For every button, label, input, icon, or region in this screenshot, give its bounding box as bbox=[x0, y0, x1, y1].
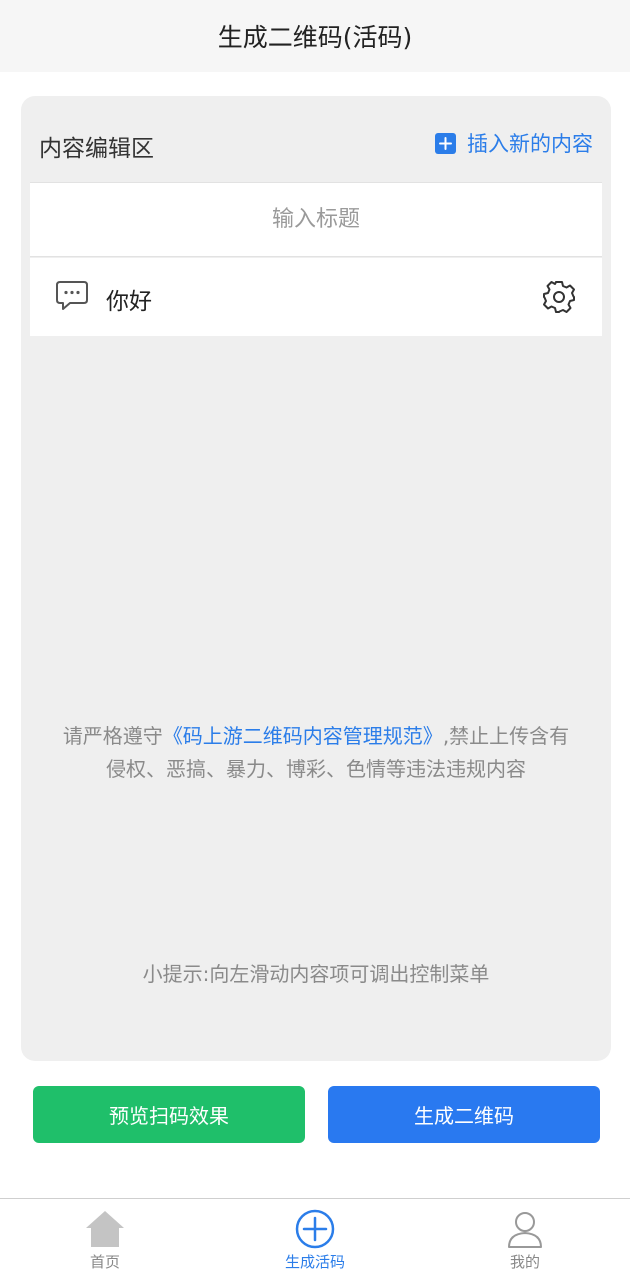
header: 生成二维码(活码) bbox=[0, 0, 630, 72]
preview-scan-button[interactable]: 预览扫码效果 bbox=[33, 1086, 305, 1143]
editor-header: 内容编辑区 插入新的内容 bbox=[21, 96, 611, 182]
chat-bubble-icon bbox=[56, 281, 88, 310]
content-editor-panel: 内容编辑区 插入新的内容 你好 请严格遵守《码上游二维 bbox=[21, 96, 611, 1061]
content-item-text: 你好 bbox=[106, 289, 152, 315]
insert-content-button[interactable]: 插入新的内容 bbox=[435, 128, 593, 158]
policy-link[interactable]: 《码上游二维码内容管理规范》 bbox=[163, 724, 443, 748]
user-icon bbox=[508, 1212, 542, 1248]
tab-home[interactable]: 首页 bbox=[30, 1199, 180, 1281]
tab-mine-label: 我的 bbox=[509, 1253, 540, 1271]
bottom-tab-bar: 首页 生成活码 我的 bbox=[0, 1198, 630, 1280]
generate-qrcode-button[interactable]: 生成二维码 bbox=[328, 1086, 600, 1143]
content-item[interactable]: 你好 bbox=[30, 258, 602, 336]
tab-mine[interactable]: 我的 bbox=[450, 1199, 600, 1281]
page-title: 生成二维码(活码) bbox=[217, 23, 413, 52]
content-policy-notice: 请严格遵守《码上游二维码内容管理规范》,禁止上传含有侵权、恶搞、暴力、博彩、色情… bbox=[61, 720, 571, 786]
tab-create-code[interactable]: 生成活码 bbox=[240, 1199, 390, 1281]
tab-home-label: 首页 bbox=[89, 1253, 120, 1271]
tab-create-label: 生成活码 bbox=[284, 1253, 345, 1271]
title-input-row bbox=[30, 182, 602, 257]
home-icon bbox=[86, 1211, 124, 1247]
plus-circle-icon bbox=[295, 1209, 335, 1249]
gear-icon[interactable] bbox=[542, 280, 576, 314]
swipe-tip: 小提示:向左滑动内容项可调出控制菜单 bbox=[142, 962, 490, 986]
title-input[interactable] bbox=[30, 183, 602, 256]
insert-content-label: 插入新的内容 bbox=[467, 132, 593, 156]
editor-title: 内容编辑区 bbox=[39, 136, 154, 162]
plus-square-icon bbox=[435, 132, 456, 154]
notice-prefix: 请严格遵守 bbox=[62, 724, 163, 748]
